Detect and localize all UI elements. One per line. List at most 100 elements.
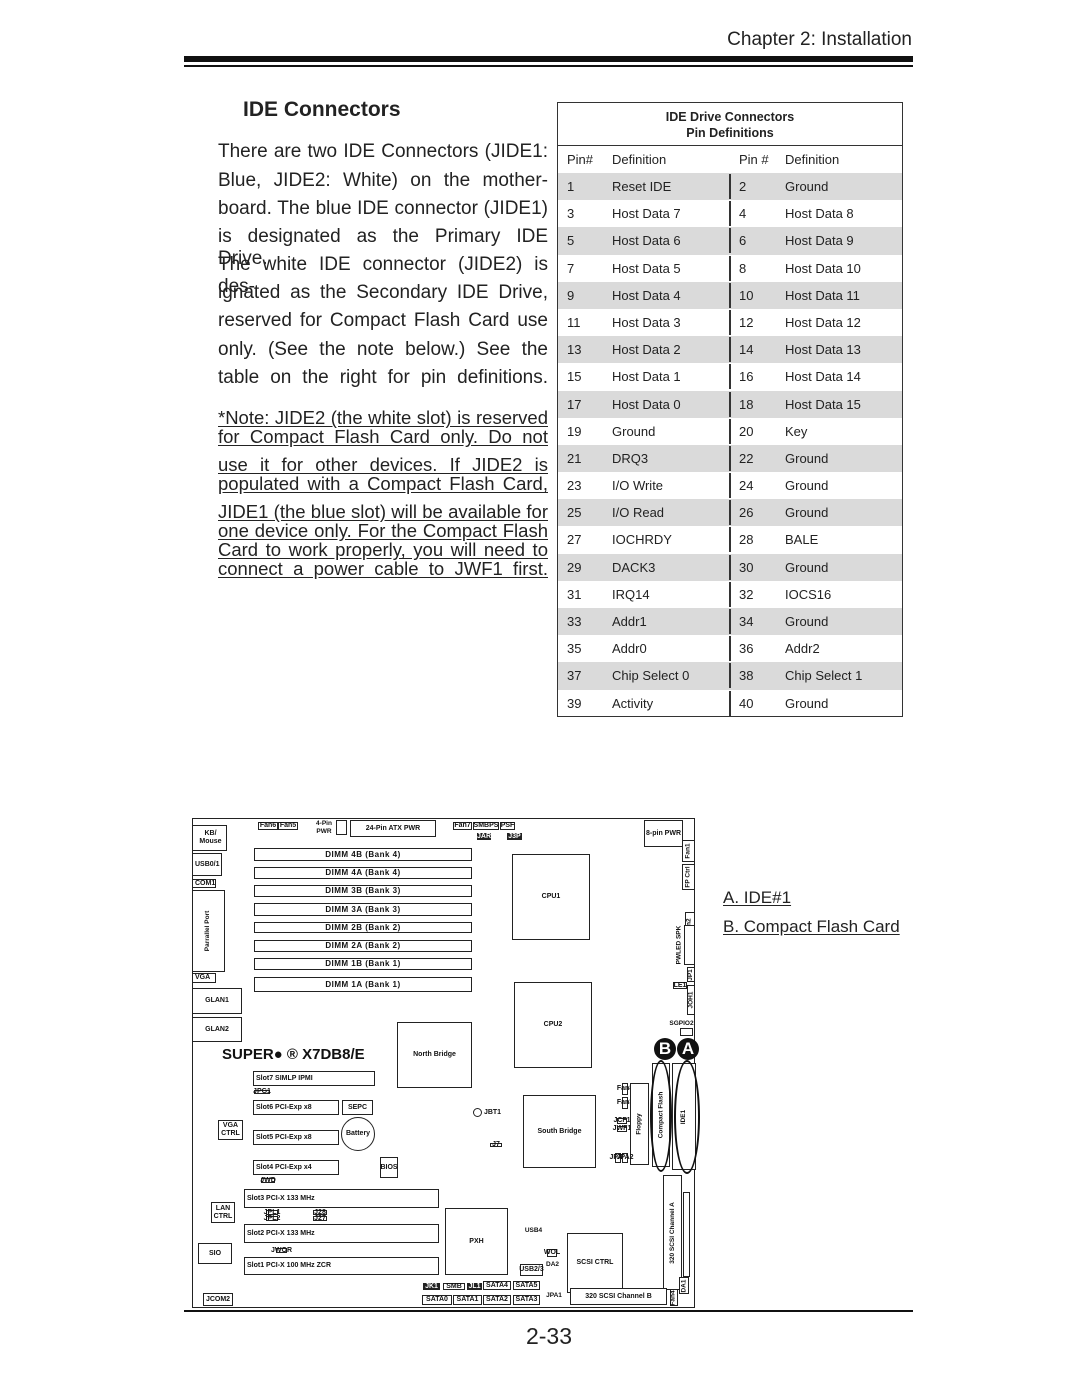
component-scsia: 320 SCSI Channel A [663, 1175, 682, 1290]
pin-definition: Ground [785, 179, 829, 194]
column-divider [729, 636, 731, 662]
col-header-pin-2: Pin # [739, 152, 769, 167]
column-divider [729, 255, 731, 281]
table-row: 1 Reset IDE 2 Ground [558, 173, 902, 201]
component-wol: WOL [543, 1249, 561, 1257]
component-label: SMBPS [473, 822, 499, 829]
component-jp1: JP1 [687, 967, 695, 982]
pin-definition: Addr0 [612, 641, 647, 657]
component-label: DIMM 3A (Bank 3) [325, 904, 401, 914]
component-label: 320 SCSI Channel A [668, 1201, 676, 1264]
pin-definition: Host Data 7 [612, 206, 681, 222]
component-jbt1: JBT1 [473, 1108, 501, 1117]
pin-number: 32 [739, 586, 754, 602]
component-floppy: Floppy [630, 1083, 649, 1165]
pin-number: 17 [567, 396, 582, 412]
component-label: WOL [543, 1249, 561, 1256]
component-label: FP Ctrl [684, 866, 692, 888]
component-sgpio2: SGPIO2 [668, 1020, 695, 1028]
table-row: 37 Chip Select 0 38 Chip Select 1 [558, 662, 902, 690]
pin-definition: I/O Read [612, 505, 665, 521]
component-label: LE1 [673, 981, 687, 989]
component-label: JWF1 [612, 1125, 632, 1132]
component-slot6: Slot6 PCI-Exp x8 [253, 1100, 339, 1115]
component-label: JPL2 [263, 1214, 281, 1222]
component-psf: PSF [500, 822, 515, 830]
component-fan3: Fan3 [617, 1097, 633, 1109]
component-slot1: Slot1 PCI-X 100 MHz ZCR [244, 1257, 439, 1275]
component-nb: North Bridge [397, 1022, 472, 1088]
table-body: 1 Reset IDE 2 Ground 3 Host Data 7 4 Host Data … [558, 173, 902, 717]
component-label: SATA3 [515, 1296, 538, 1303]
legend-item-a: A. IDE#1 [723, 888, 792, 907]
component-label: SATA4 [486, 1281, 508, 1289]
table-row: 39 Activity 40 Ground [558, 690, 902, 717]
pin-definition: Ground [785, 478, 829, 494]
component-label: COM1 [195, 879, 216, 887]
table-row: 9 Host Data 4 10 Host Data 11 [558, 281, 902, 309]
component-label: JPA1 [546, 1291, 562, 1299]
column-divider [729, 554, 731, 580]
pin-definition: Host Data 2 [612, 342, 681, 358]
board-brand-label: SUPER● ® X7DB8/E [222, 1046, 365, 1063]
pin-number: 20 [739, 423, 754, 439]
note-line-text: one device only. For the Compact Flash [218, 520, 548, 541]
component-lanctrl: LAN CTRL [211, 1202, 235, 1223]
component-label: SATA5 [515, 1281, 538, 1289]
pin-definition: Host Data 1 [612, 369, 681, 385]
pin-definition: Ground [612, 423, 656, 439]
component-sata4: SATA4 [483, 1281, 511, 1290]
component-label: Fan1 [684, 843, 692, 859]
pin-definition: Host Data 12 [785, 314, 861, 330]
pin-number: 30 [739, 559, 754, 575]
component-label: South Bridge [537, 1127, 582, 1135]
component-label: PSF [500, 822, 515, 829]
component-label: SEPC [347, 1103, 368, 1111]
paragraph-line-text: only. (See the note below.) See the [218, 339, 548, 360]
component-j27: J27 [313, 1215, 327, 1222]
note-line: Card to work properly, you will need to [218, 540, 548, 560]
note-line: for Compact Flash Card only. Do not [218, 427, 548, 447]
component-j7: J7 [490, 1141, 502, 1148]
table-row: 7 Host Data 5 8 Host Data 10 [558, 255, 902, 282]
column-divider [729, 309, 731, 335]
paragraph-line-text: table on the right for pin definitions. [218, 367, 548, 388]
component-dimm1a: DIMM 1A (Bank 1) [254, 977, 472, 992]
pin-number: 10 [739, 287, 754, 303]
component-dimm3b: DIMM 3B (Bank 3) [254, 885, 472, 897]
pin-number: 7 [567, 260, 575, 276]
pin-number: 31 [567, 586, 582, 602]
component-label: DA1 [680, 1278, 688, 1293]
component-sata1: SATA1 [453, 1295, 482, 1305]
pin-number: 37 [567, 668, 582, 684]
component-label: JPA2 [616, 1154, 634, 1161]
column-divider [729, 391, 731, 417]
pin-definition: Host Data 9 [785, 233, 854, 249]
table-row: 25 I/O Read 26 Ground [558, 499, 902, 527]
component-sata5: SATA5 [513, 1281, 540, 1290]
table-row: 35 Addr0 36 Addr2 [558, 635, 902, 662]
component-scsictrl: SCSI CTRL [567, 1233, 623, 1293]
table-row: 21 DRQ3 22 Ground [558, 444, 902, 473]
note-line-text: for Compact Flash Card only. Do not [218, 426, 548, 447]
col-header-definition-2: Definition [785, 152, 840, 167]
note-line-text: *Note: JIDE2 (the white slot) is reserve… [218, 407, 548, 428]
component-label: Slot3 PCI-X 133 MHz [247, 1194, 315, 1202]
paragraph-line: Blue, JIDE2: White) on the mother- [218, 170, 548, 192]
component-label: CPU2 [543, 1021, 563, 1028]
pin-definition: Host Data 13 [785, 342, 861, 358]
component-usb4: USB4 [522, 1225, 545, 1237]
table-title-line1: IDE Drive Connectors [665, 110, 795, 124]
pin-definition: Reset IDE [612, 179, 672, 194]
footer-rule [184, 1310, 913, 1312]
component-label: SATA2 [486, 1296, 508, 1303]
column-divider [729, 418, 731, 444]
pin-number: 28 [739, 532, 754, 548]
component-label: SCSI CTRL [576, 1259, 614, 1266]
marker-a-badge: A [677, 1038, 699, 1060]
highlight-ellipse-b [650, 1060, 672, 1172]
component-label: JAR [477, 832, 492, 840]
pin-number: 1 [567, 179, 575, 194]
section-title: IDE Connectors [243, 98, 401, 121]
component-fan7: Fan7 [453, 822, 472, 830]
